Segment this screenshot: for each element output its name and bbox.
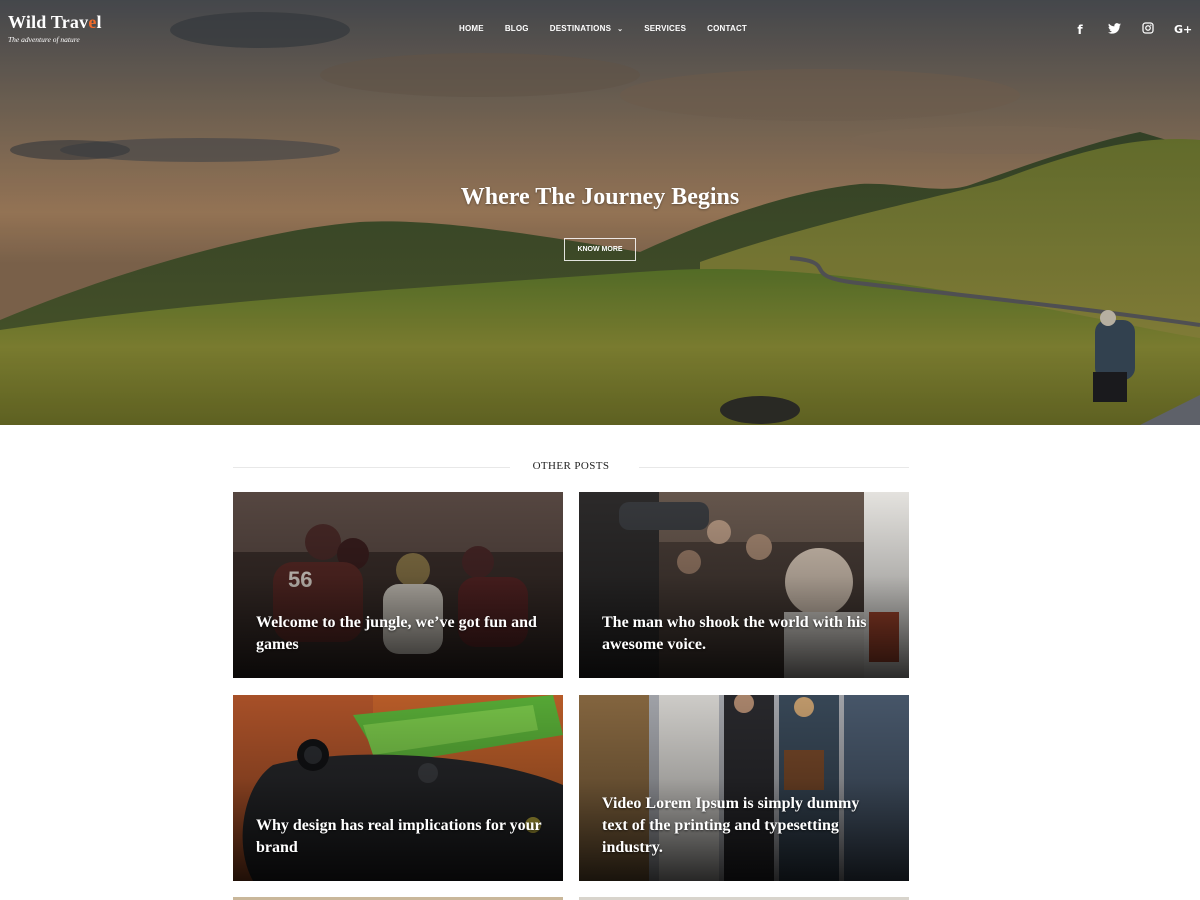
other-posts-header: OTHER POSTS	[233, 459, 909, 475]
facebook-icon[interactable]: f	[1072, 23, 1088, 37]
nav-item-label: SERVICES	[644, 24, 687, 33]
site-title[interactable]: Wild Travel	[8, 12, 102, 33]
chevron-down-icon: ⌄	[617, 25, 624, 33]
site-logo[interactable]: Wild Travel The adventure of nature	[8, 12, 102, 44]
site-title-end: l	[96, 12, 102, 32]
post-title[interactable]: Why design has real implications for you…	[256, 815, 543, 859]
know-more-button[interactable]: KNOW MORE	[564, 238, 636, 261]
section-title: OTHER POSTS	[532, 460, 610, 472]
site-tagline: The adventure of nature	[8, 35, 80, 44]
instagram-icon[interactable]	[1140, 22, 1156, 37]
google-plus-icon[interactable]: G+	[1174, 23, 1192, 36]
hero-overlay	[0, 0, 1200, 425]
nav-item-label: DESTINATIONS	[549, 24, 612, 33]
post-title[interactable]: Welcome to the jungle, we’ve got fun and…	[256, 612, 543, 656]
nav-item-label: HOME	[459, 24, 484, 33]
twitter-icon[interactable]	[1106, 22, 1122, 37]
nav-item-label: BLOG	[504, 24, 529, 33]
divider-right	[639, 467, 909, 468]
post-card[interactable]: The man who shook the world with his awe…	[579, 492, 909, 678]
site-title-text: Wild Trav	[8, 12, 89, 32]
nav-item-contact[interactable]: CONTACT	[707, 24, 747, 33]
nav-item-label: CONTACT	[707, 24, 748, 33]
nav-item-home[interactable]: HOME	[459, 24, 484, 33]
hero-title: Where The Journey Begins	[460, 184, 740, 210]
hero-banner: Wild Travel The adventure of nature HOME…	[0, 0, 1200, 425]
site-title-accent: e	[88, 12, 97, 32]
post-card[interactable]: 56 Welcome to the jungle, we’ve got fun …	[233, 492, 563, 678]
post-title[interactable]: The man who shook the world with his awe…	[602, 612, 889, 656]
nav-item-blog[interactable]: BLOG	[505, 24, 529, 33]
post-title[interactable]: Video Lorem Ipsum is simply dummy text o…	[602, 793, 889, 859]
main-navigation: HOME BLOG DESTINATIONS ⌄ SERVICES CONTACT	[459, 24, 768, 33]
nav-item-services[interactable]: SERVICES	[644, 24, 686, 33]
post-card[interactable]: Video Lorem Ipsum is simply dummy text o…	[579, 695, 909, 881]
nav-item-destinations[interactable]: DESTINATIONS ⌄	[550, 24, 623, 33]
post-card[interactable]: Why design has real implications for you…	[233, 695, 563, 881]
social-links: f G+	[1072, 22, 1192, 37]
